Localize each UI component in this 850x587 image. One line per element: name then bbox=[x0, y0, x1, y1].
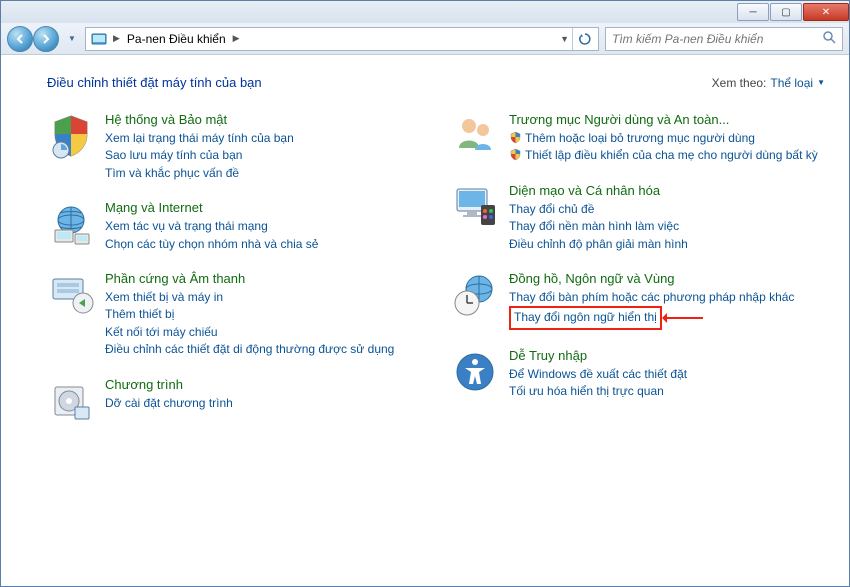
category-title[interactable]: Diện mạo và Cá nhân hóa bbox=[509, 183, 825, 198]
left-column: Hệ thống và Bảo mật Xem lại trạng thái m… bbox=[47, 112, 421, 443]
highlighted-task-box: Thay đổi ngôn ngữ hiển thị bbox=[509, 306, 662, 329]
category-hardware-sound: Phần cứng và Âm thanh Xem thiết bị và má… bbox=[47, 271, 421, 359]
right-column: Trương mục Người dùng và An toàn... Thêm… bbox=[451, 112, 825, 443]
addressbar-dropdown[interactable]: ▼ bbox=[557, 34, 572, 44]
category-clock-language-region: Đồng hồ, Ngôn ngữ và Vùng Thay đổi bàn p… bbox=[451, 271, 825, 330]
addressbar[interactable]: ▶ Pa-nen Điều khiển ▶ ▼ bbox=[85, 27, 599, 51]
task-link[interactable]: Điều chỉnh độ phân giải màn hình bbox=[509, 236, 825, 253]
chevron-right-icon[interactable]: ▶ bbox=[230, 33, 243, 44]
task-link[interactable]: Chọn các tùy chọn nhóm nhà và chia sẻ bbox=[105, 236, 421, 253]
viewby-value[interactable]: Thể loại bbox=[770, 76, 813, 90]
control-panel-window: ─ ▢ ✕ ▼ ▶ Pa-nen Điều khiển ▶ ▼ bbox=[0, 0, 850, 587]
task-link[interactable]: Kết nối tới máy chiếu bbox=[105, 324, 421, 341]
uac-shield-icon bbox=[509, 148, 522, 161]
searchbox[interactable] bbox=[605, 27, 843, 51]
category-network-internet: Mạng và Internet Xem tác vụ và trạng thá… bbox=[47, 200, 421, 253]
refresh-button[interactable] bbox=[572, 28, 596, 50]
category-title[interactable]: Hệ thống và Bảo mật bbox=[105, 112, 421, 127]
search-input[interactable] bbox=[612, 32, 822, 46]
forward-button[interactable] bbox=[33, 26, 59, 52]
page-title: Điều chỉnh thiết đặt máy tính của bạn bbox=[47, 75, 262, 90]
task-link[interactable]: Xem thiết bị và máy in bbox=[105, 289, 421, 306]
task-link[interactable]: Thay đổi bàn phím hoặc các phương pháp n… bbox=[509, 289, 825, 306]
task-link[interactable]: Tìm và khắc phục vấn đề bbox=[105, 165, 421, 182]
task-link[interactable]: Xem lại trạng thái máy tính của bạn bbox=[105, 130, 421, 147]
ease-of-access-icon[interactable] bbox=[451, 348, 499, 396]
category-appearance-personalization: Diện mạo và Cá nhân hóa Thay đổi chủ đề … bbox=[451, 183, 825, 253]
category-ease-of-access: Dễ Truy nhập Để Windows đề xuất các thiế… bbox=[451, 348, 825, 401]
viewby-label: Xem theo: bbox=[712, 76, 767, 90]
appearance-icon[interactable] bbox=[451, 183, 499, 231]
category-title[interactable]: Chương trình bbox=[105, 377, 421, 392]
programs-icon[interactable] bbox=[47, 377, 95, 425]
category-programs: Chương trình Dỡ cài đặt chương trình bbox=[47, 377, 421, 425]
category-title[interactable]: Phần cứng và Âm thanh bbox=[105, 271, 421, 286]
network-internet-icon[interactable] bbox=[47, 200, 95, 248]
hardware-sound-icon[interactable] bbox=[47, 271, 95, 319]
user-accounts-icon[interactable] bbox=[451, 112, 499, 160]
chevron-down-icon[interactable]: ▼ bbox=[817, 78, 825, 87]
task-link[interactable]: Thay đổi chủ đề bbox=[509, 201, 825, 218]
uac-shield-icon bbox=[509, 131, 522, 144]
category-title[interactable]: Đồng hồ, Ngôn ngữ và Vùng bbox=[509, 271, 825, 286]
category-title[interactable]: Trương mục Người dùng và An toàn... bbox=[509, 112, 825, 127]
breadcrumb-segment[interactable]: Pa-nen Điều khiển bbox=[123, 32, 230, 46]
task-link[interactable]: Điều chỉnh các thiết đặt di động thường … bbox=[105, 341, 421, 358]
system-security-icon[interactable] bbox=[47, 112, 95, 160]
annotation-arrow bbox=[665, 317, 703, 319]
close-button[interactable]: ✕ bbox=[803, 3, 849, 21]
viewby-control: Xem theo: Thể loại ▼ bbox=[712, 76, 825, 90]
titlebar: ─ ▢ ✕ bbox=[1, 1, 849, 23]
category-user-accounts: Trương mục Người dùng và An toàn... Thêm… bbox=[451, 112, 825, 165]
task-link[interactable]: Thêm thiết bị bbox=[105, 306, 421, 323]
task-link[interactable]: Thêm hoặc loại bỏ trương mục người dùng bbox=[509, 130, 825, 147]
task-link[interactable]: Thay đổi nền màn hình làm việc bbox=[509, 218, 825, 235]
task-link[interactable]: Dỡ cài đặt chương trình bbox=[105, 395, 421, 412]
category-title[interactable]: Mạng và Internet bbox=[105, 200, 421, 215]
category-system-security: Hệ thống và Bảo mật Xem lại trạng thái m… bbox=[47, 112, 421, 182]
task-link-change-display-language[interactable]: Thay đổi ngôn ngữ hiển thị bbox=[514, 310, 657, 324]
navbar: ▼ ▶ Pa-nen Điều khiển ▶ ▼ bbox=[1, 23, 849, 55]
task-link[interactable]: Để Windows đề xuất các thiết đặt bbox=[509, 366, 825, 383]
control-panel-icon bbox=[90, 30, 108, 48]
nav-history-dropdown[interactable]: ▼ bbox=[65, 29, 79, 49]
chevron-right-icon[interactable]: ▶ bbox=[110, 33, 123, 44]
search-icon[interactable] bbox=[822, 30, 836, 47]
clock-language-region-icon[interactable] bbox=[451, 271, 499, 319]
content-area: Điều chỉnh thiết đặt máy tính của bạn Xe… bbox=[1, 55, 849, 586]
back-button[interactable] bbox=[7, 26, 33, 52]
minimize-button[interactable]: ─ bbox=[737, 3, 769, 21]
task-link[interactable]: Thiết lập điều khiển của cha mẹ cho ngườ… bbox=[509, 147, 825, 164]
maximize-button[interactable]: ▢ bbox=[770, 3, 802, 21]
category-title[interactable]: Dễ Truy nhập bbox=[509, 348, 825, 363]
task-link[interactable]: Tối ưu hóa hiển thị trực quan bbox=[509, 383, 825, 400]
task-link[interactable]: Sao lưu máy tính của bạn bbox=[105, 147, 421, 164]
task-link[interactable]: Xem tác vụ và trạng thái mạng bbox=[105, 218, 421, 235]
